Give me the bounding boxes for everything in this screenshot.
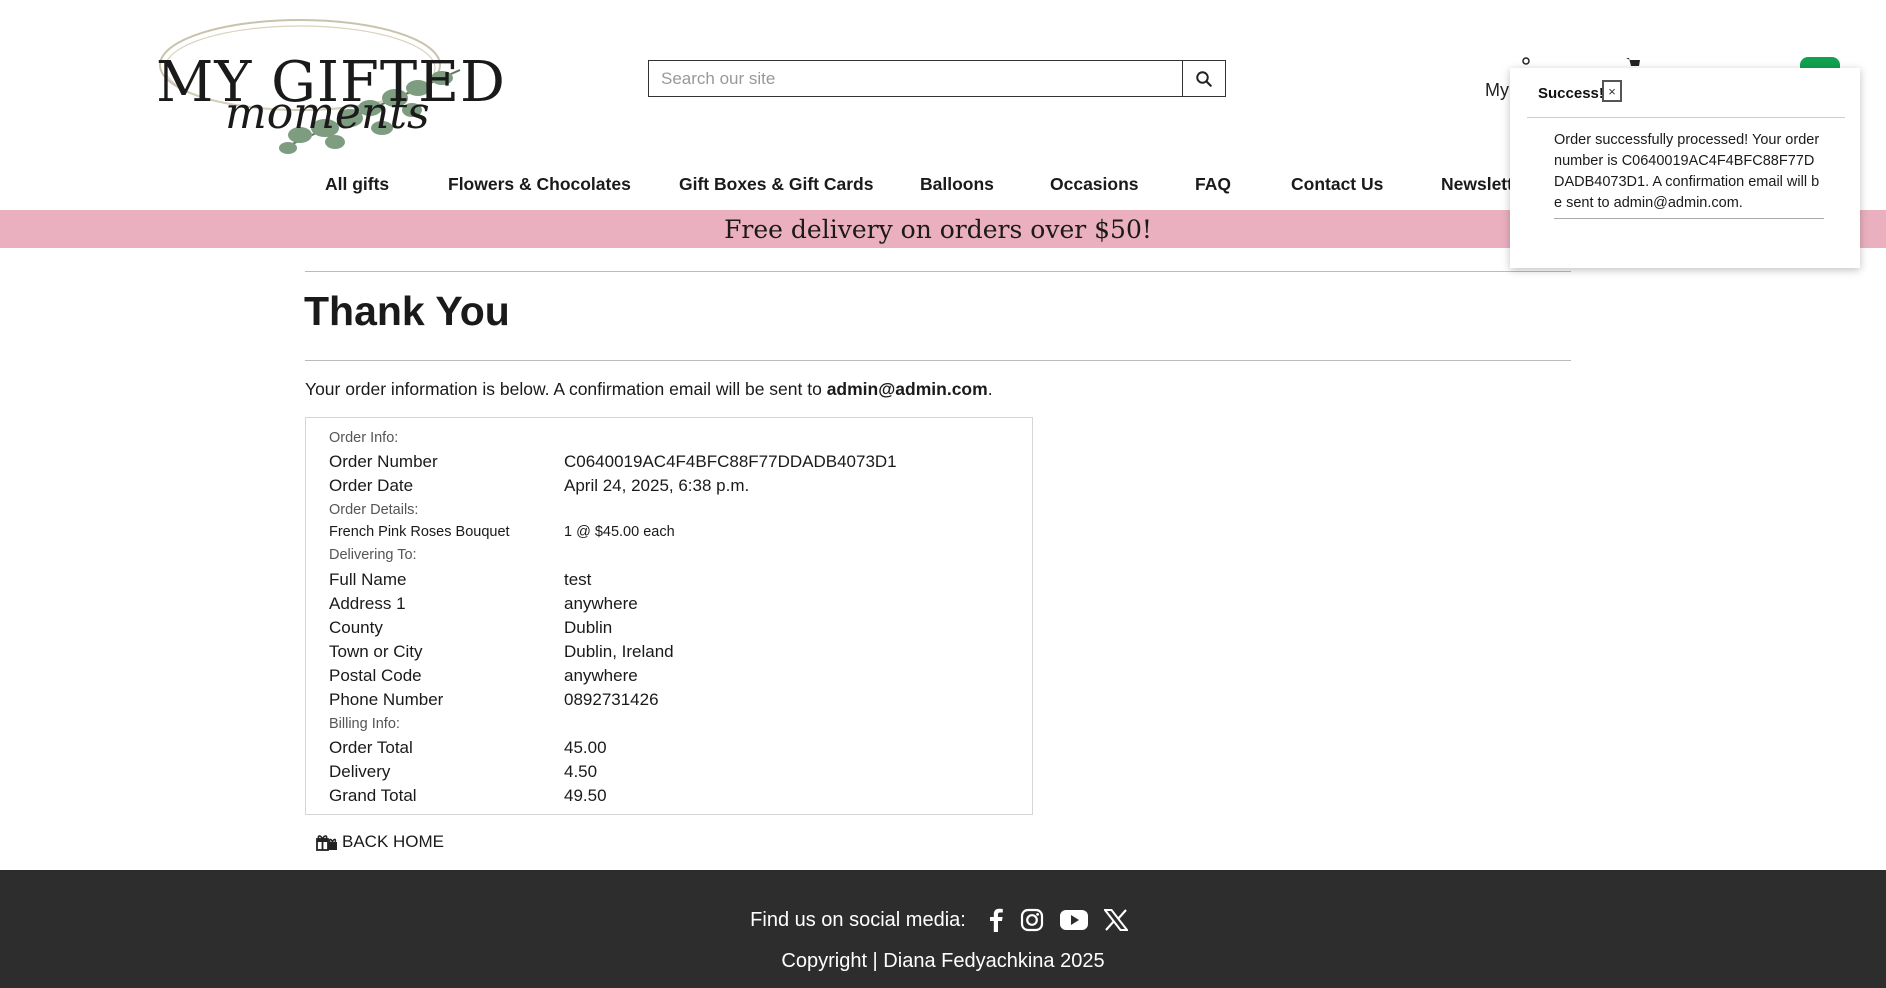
intro-email: admin@admin.com xyxy=(826,379,988,399)
delivery-value: 4.50 xyxy=(564,762,598,781)
town-value: Dublin, Ireland xyxy=(564,642,674,661)
address1-label: Address 1 xyxy=(329,594,406,613)
toast-message: Order successfully processed! Your order… xyxy=(1554,130,1824,219)
nav-all-gifts[interactable]: All gifts xyxy=(325,174,389,195)
full-name-label: Full Name xyxy=(329,570,407,589)
social-links: Find us on social media: xyxy=(0,908,1886,932)
grand-total-label: Grand Total xyxy=(329,786,417,805)
youtube-icon xyxy=(1059,910,1088,930)
order-date-value: April 24, 2025, 6:38 p.m. xyxy=(564,476,750,495)
nav-occasions[interactable]: Occasions xyxy=(1050,174,1139,195)
address1-value: anywhere xyxy=(564,594,638,613)
x-icon xyxy=(1103,909,1128,931)
gift-icon xyxy=(316,835,337,851)
success-toast: Success! × Order successfully processed!… xyxy=(1510,68,1860,268)
phone-value: 0892731426 xyxy=(564,690,659,709)
search-button[interactable] xyxy=(1182,61,1225,96)
logo-text-sub: moments xyxy=(225,88,430,139)
order-total-label: Order Total xyxy=(329,738,413,757)
toast-divider xyxy=(1527,117,1845,118)
search-form xyxy=(648,60,1226,97)
copyright: Copyright | Diana Fedyachkina 2025 xyxy=(781,950,1105,972)
promo-banner-text: Free delivery on orders over $50! xyxy=(724,214,1152,244)
instagram-icon xyxy=(1020,908,1043,932)
town-label: Town or City xyxy=(329,642,423,661)
delivery-label: Delivery xyxy=(329,762,391,781)
nav-faq[interactable]: FAQ xyxy=(1195,174,1231,195)
youtube-link[interactable] xyxy=(1059,909,1088,931)
instagram-link[interactable] xyxy=(1020,908,1044,932)
toast-close-button[interactable]: × xyxy=(1602,80,1622,102)
order-date-label: Order Date xyxy=(329,476,414,495)
billing-heading: Billing Info: xyxy=(329,716,400,732)
facebook-icon xyxy=(989,908,1003,932)
order-intro: Your order information is below. A confi… xyxy=(305,379,993,400)
county-value: Dublin xyxy=(564,618,613,637)
delivering-heading: Delivering To: xyxy=(329,547,417,563)
site-footer: Find us on social media: Copyright | Dia… xyxy=(0,870,1886,988)
divider xyxy=(305,271,1571,272)
facebook-link[interactable] xyxy=(988,908,1004,932)
postal-code-value: anywhere xyxy=(564,666,638,685)
intro-text: Your order information is below. A confi… xyxy=(305,379,827,399)
nav-gift-boxes[interactable]: Gift Boxes & Gift Cards xyxy=(679,174,873,195)
search-input[interactable] xyxy=(649,61,1182,96)
order-number-label: Order Number xyxy=(329,452,438,471)
nav-balloons[interactable]: Balloons xyxy=(920,174,994,195)
grand-total-value: 49.50 xyxy=(564,786,607,805)
back-home-button[interactable]: BACK HOME xyxy=(316,832,444,852)
site-logo[interactable]: MY GIFTED moments xyxy=(150,10,505,160)
postal-code-label: Postal Code xyxy=(329,666,422,685)
order-total-value: 45.00 xyxy=(564,738,607,757)
phone-label: Phone Number xyxy=(329,690,444,709)
order-details-heading: Order Details: xyxy=(329,502,419,518)
intro-suffix: . xyxy=(987,379,993,399)
back-home-label: BACK HOME xyxy=(342,832,445,851)
nav-contact-us[interactable]: Contact Us xyxy=(1291,174,1383,195)
order-info-heading: Order Info: xyxy=(329,430,399,446)
item-name: French Pink Roses Bouquet xyxy=(329,524,510,540)
x-link[interactable] xyxy=(1103,909,1128,931)
order-number-value: C0640019AC4F4BFC88F77DDADB4073D1 xyxy=(564,452,897,471)
page-title: Thank You xyxy=(304,288,510,334)
full-name-value: test xyxy=(564,570,592,589)
order-summary: Order Info: Order Number C0640019AC4F4BF… xyxy=(305,417,1033,815)
search-icon xyxy=(1196,70,1212,87)
divider xyxy=(305,360,1571,361)
social-label: Find us on social media: xyxy=(750,908,966,931)
county-label: County xyxy=(329,618,383,637)
nav-flowers-chocolates[interactable]: Flowers & Chocolates xyxy=(448,174,631,195)
toast-title: Success! xyxy=(1538,85,1604,102)
item-qty-price: 1 @ $45.00 each xyxy=(564,524,675,540)
